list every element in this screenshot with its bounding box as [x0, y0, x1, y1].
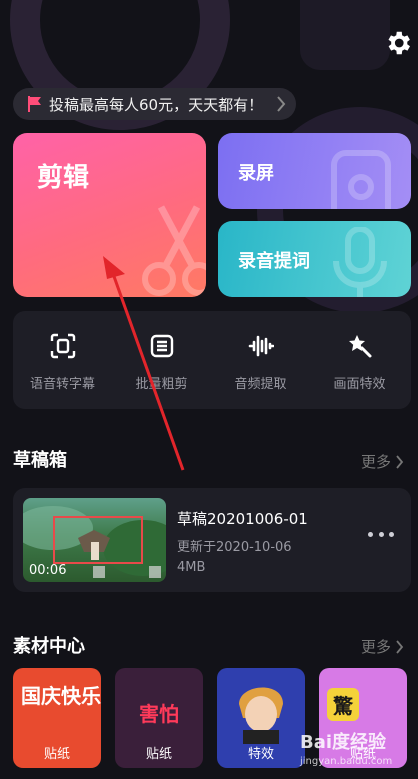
screen-record-label: 录屏	[238, 163, 274, 184]
waveform-icon	[248, 335, 274, 357]
materials-more-link[interactable]: 更多	[361, 636, 404, 657]
draft-duration: 00:06	[29, 563, 67, 578]
selection-box	[53, 516, 143, 564]
draft-size: 4MB	[177, 560, 206, 575]
material-art-text: 害怕	[139, 702, 179, 726]
phone-record-icon	[331, 150, 391, 209]
tool-audio-extract[interactable]: 音频提取	[211, 311, 310, 409]
tool-visual-effects[interactable]: 画面特效	[310, 311, 409, 409]
tool-speech-to-subtitle[interactable]: 语音转字幕	[13, 311, 112, 409]
batch-list-icon	[150, 334, 174, 358]
tool-label: 语音转字幕	[29, 377, 95, 392]
tools-panel: 语音转字幕 批量粗剪 音频提取 画面特效	[13, 311, 411, 409]
screen-record-tile[interactable]: 录屏	[218, 133, 411, 209]
material-label: 特效	[247, 747, 274, 762]
draft-thumbnail: 00:06	[23, 498, 166, 582]
marker-icon	[149, 566, 161, 578]
material-label: 贴纸	[145, 747, 172, 762]
promo-banner[interactable]: 投稿最高每人60元，天天都有！	[13, 88, 296, 120]
more-options-icon[interactable]	[368, 532, 394, 542]
teleprompter-tile[interactable]: 录音提词	[218, 221, 411, 297]
watermark-url: jingyan.baidu.com	[300, 756, 393, 767]
watermark-brand: Bai度经验	[300, 732, 387, 753]
microphone-icon	[333, 227, 387, 297]
tool-label: 画面特效	[333, 377, 386, 392]
material-art-text: 国庆快乐	[21, 684, 101, 708]
draft-updated: 更新于2020-10-06	[177, 540, 292, 555]
more-label: 更多	[361, 453, 392, 471]
draft-name: 草稿20201006-01	[177, 510, 308, 528]
character-art	[239, 687, 283, 744]
subtitle-icon	[50, 333, 76, 359]
chevron-right-icon	[396, 639, 404, 654]
material-card-sticker-1[interactable]: 国庆快乐 贴纸	[13, 668, 101, 768]
drafts-title: 草稿箱	[13, 450, 67, 471]
scissors-icon	[142, 205, 206, 296]
materials-title: 素材中心	[13, 636, 85, 657]
magic-wand-icon	[349, 335, 372, 358]
tool-label: 音频提取	[234, 377, 287, 392]
more-label: 更多	[361, 638, 392, 656]
drafts-more-link[interactable]: 更多	[361, 451, 404, 472]
marker-icon	[93, 566, 105, 578]
promo-text: 投稿最高每人60元，天天都有！	[49, 95, 264, 114]
material-label: 贴纸	[43, 747, 70, 762]
settings-gear-icon[interactable]	[383, 28, 413, 58]
flag-icon	[28, 96, 41, 112]
material-card-sticker-2[interactable]: 害怕 贴纸	[115, 668, 203, 768]
tool-batch-cut[interactable]: 批量粗剪	[112, 311, 211, 409]
tool-label: 批量粗剪	[135, 377, 188, 392]
material-art-text: 驚	[327, 688, 359, 721]
chevron-right-icon	[277, 96, 286, 112]
edit-tile-label: 剪辑	[37, 163, 90, 193]
draft-item[interactable]: 00:06 草稿20201006-01 更新于2020-10-06 4MB	[13, 488, 411, 592]
chevron-right-icon	[396, 454, 404, 469]
edit-tile[interactable]: 剪辑	[13, 133, 206, 297]
teleprompter-label: 录音提词	[238, 251, 310, 272]
material-card-effect[interactable]: 特效	[217, 668, 305, 768]
